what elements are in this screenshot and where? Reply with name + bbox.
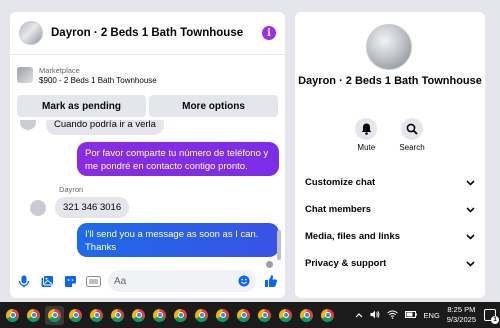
language-indicator[interactable]: ENG: [424, 311, 440, 320]
taskbar-app-chrome[interactable]: [192, 306, 211, 325]
chrome-icon: [216, 308, 229, 322]
listing-actions: Mark as pending More options: [10, 95, 285, 117]
menu-item-label: Customize chat: [305, 177, 376, 188]
taskbar-app-chrome[interactable]: [297, 306, 316, 325]
message-bubble-outgoing: I'll send you a message as soon as I can…: [77, 223, 279, 257]
chrome-icon: [279, 308, 292, 322]
conversation-title: Dayron · 2 Beds 1 Bath Townhouse: [298, 75, 482, 87]
mute-label: Mute: [357, 143, 376, 152]
message-input-placeholder: Aa: [114, 275, 127, 287]
search-icon: [400, 118, 423, 140]
more-options-button[interactable]: More options: [149, 95, 278, 117]
microphone-icon[interactable]: [16, 273, 32, 289]
taskbar-app-chrome[interactable]: [171, 306, 190, 325]
like-icon[interactable]: [263, 273, 279, 289]
chat-header: Dayron · 2 Beds 1 Bath Townhouse i: [10, 12, 285, 55]
quick-actions: Mute Search: [295, 118, 485, 152]
chat-panel: Dayron · 2 Beds 1 Bath Townhouse i Marke…: [10, 12, 285, 298]
message-bubble-incoming: Cuando podría ir a verla: [46, 120, 164, 135]
taskbar-app-chrome[interactable]: [129, 306, 148, 325]
privacy-support-item[interactable]: Privacy & support: [295, 250, 485, 277]
message-input[interactable]: Aa: [108, 270, 256, 292]
avatar[interactable]: [366, 24, 412, 70]
chevron-up-icon[interactable]: [355, 311, 363, 320]
listing-source: Marketplace: [39, 65, 80, 75]
gif-icon[interactable]: [85, 273, 101, 289]
wifi-icon[interactable]: [386, 310, 398, 321]
bell-icon: [355, 118, 378, 140]
avatar: [30, 200, 46, 216]
taskbar-app-chrome[interactable]: [276, 306, 295, 325]
taskbar-app-chrome[interactable]: [87, 306, 106, 325]
chrome-icon: [237, 308, 250, 322]
chevron-down-icon: [466, 179, 475, 186]
scrollbar[interactable]: [277, 230, 281, 260]
taskbar-app-chrome[interactable]: [24, 306, 43, 325]
avatar[interactable]: [19, 21, 43, 45]
message-bubble-outgoing: Por favor comparte tu número de teléfono…: [77, 142, 279, 176]
chevron-down-icon: [466, 233, 475, 240]
taskbar: ENG 8:25 PM 9/3/2025 1: [0, 302, 500, 328]
chrome-icon: [48, 308, 61, 322]
clock-time: 8:25 PM: [447, 305, 476, 314]
clock[interactable]: 8:25 PM 9/3/2025: [447, 305, 476, 325]
listing-thumbnail: [17, 67, 33, 83]
battery-icon[interactable]: [404, 310, 417, 320]
chat-members-item[interactable]: Chat members: [295, 196, 485, 223]
taskbar-app-chrome[interactable]: [66, 306, 85, 325]
sticker-icon[interactable]: [62, 273, 78, 289]
taskbar-app-chrome[interactable]: [150, 306, 169, 325]
clock-date: 9/3/2025: [446, 315, 476, 324]
search-label: Search: [399, 143, 425, 152]
chrome-icon: [300, 308, 313, 322]
notification-icon[interactable]: 1: [484, 309, 499, 324]
chevron-down-icon: [466, 260, 475, 267]
taskbar-app-chrome[interactable]: [318, 306, 337, 325]
menu-item-label: Media, files and links: [305, 231, 401, 242]
chrome-icon: [90, 308, 103, 322]
notification-badge: 1: [491, 316, 499, 324]
sender-name: Dayron: [59, 185, 84, 194]
media-files-links-item[interactable]: Media, files and links: [295, 223, 485, 250]
customize-chat-item[interactable]: Customize chat: [295, 169, 485, 196]
taskbar-app-chrome[interactable]: [3, 306, 22, 325]
chrome-icon: [27, 308, 40, 322]
taskbar-app-chrome[interactable]: [213, 306, 232, 325]
chrome-icon: [69, 308, 82, 322]
menu-item-label: Chat members: [305, 204, 371, 215]
chat-title[interactable]: Dayron · 2 Beds 1 Bath Townhouse: [51, 27, 262, 39]
speaker-icon[interactable]: [370, 310, 380, 321]
chrome-icon: [321, 308, 334, 322]
chevron-down-icon: [466, 206, 475, 213]
message-composer: Aa: [10, 264, 285, 298]
chrome-icon: [111, 308, 124, 322]
photo-icon[interactable]: [39, 273, 55, 289]
chrome-icon: [153, 308, 166, 322]
taskbar-app-chrome[interactable]: [45, 305, 64, 325]
menu-item-label: Privacy & support: [305, 258, 387, 269]
message-list: Cuando podría ir a verla Por favor compa…: [10, 120, 285, 270]
search-button[interactable]: Search: [399, 118, 425, 152]
chrome-icon: [6, 308, 19, 322]
taskbar-app-chrome[interactable]: [234, 306, 253, 325]
mark-as-pending-button[interactable]: Mark as pending: [17, 95, 146, 117]
message-bubble-incoming: 321 346 3016: [55, 197, 130, 218]
info-icon[interactable]: i: [262, 26, 276, 40]
chrome-icon: [195, 308, 208, 322]
chrome-icon: [258, 308, 271, 322]
chrome-icon: [174, 308, 187, 322]
system-tray: ENG 8:25 PM 9/3/2025 1: [355, 302, 500, 328]
listing-price-title: $900 - 2 Beds 1 Bath Townhouse: [39, 75, 157, 85]
side-menu: Customize chat Chat members Media, files…: [295, 169, 485, 277]
conversation-info-panel: Dayron · 2 Beds 1 Bath Townhouse Mute Se…: [295, 12, 485, 298]
taskbar-app-chrome[interactable]: [108, 306, 127, 325]
mute-button[interactable]: Mute: [355, 118, 378, 152]
emoji-icon[interactable]: [238, 275, 250, 287]
chrome-icon: [132, 308, 145, 322]
avatar: [20, 120, 36, 130]
listing-summary[interactable]: Marketplace $900 - 2 Beds 1 Bath Townhou…: [10, 55, 285, 95]
taskbar-app-chrome[interactable]: [255, 306, 274, 325]
